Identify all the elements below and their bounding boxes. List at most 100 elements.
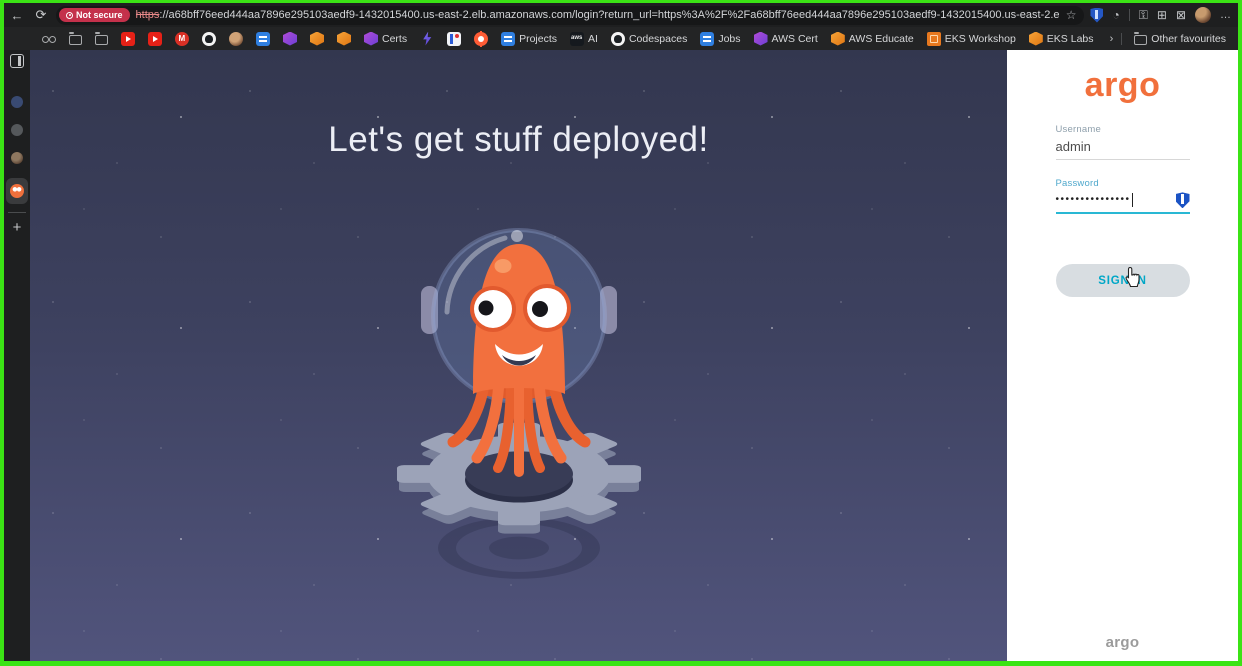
bookmark-item[interactable] [65,31,86,46]
bookmark-item[interactable]: Jobs [696,31,744,47]
bookmark-favicon [148,31,162,46]
address-bar[interactable]: Not secure https://a68bff76eed444aa7896e… [56,5,1085,25]
more-menu-icon[interactable]: … [1220,9,1232,21]
vertical-tab-strip: + [4,50,30,661]
bookmark-label: AWS Cert [771,32,818,45]
bookmark-item[interactable] [416,31,438,47]
bitwarden-shield-icon[interactable] [1090,7,1104,23]
url-rest: ://a68bff76eed444aa7896e295103aedf9-1432… [159,9,1060,21]
refresh-button[interactable]: ⟳ [32,7,50,23]
password-underline-focused [1055,212,1190,215]
profile-avatar[interactable] [1195,7,1211,23]
password-masked-value: ••••••••••••••• [1055,193,1133,208]
favorite-star-icon[interactable]: ☆ [1066,8,1077,22]
sign-in-button[interactable]: SIGN IN [1055,264,1190,298]
bookmarks-right: › Other favourites [1110,31,1230,46]
cookie-icon[interactable]: ◔ [1112,9,1119,21]
bookmarks-list: Certs Project [38,30,1106,47]
bookmarks-overflow-chevron[interactable]: › [1110,33,1114,45]
main-content: + Let's get stuff deployed! argo Usernam… [4,50,1238,661]
bitwarden-autofill-icon[interactable] [1175,192,1190,209]
bookmark-favicon [175,31,189,46]
bookmark-favicon [1028,31,1043,46]
bookmarks-separator [1121,32,1123,45]
other-favourites-label: Other favourites [1151,32,1226,45]
bookmark-item[interactable] [91,31,112,46]
bookmark-favicon [69,31,82,45]
not-secure-label: Not secure [76,10,123,20]
bookmark-item[interactable] [144,31,166,47]
bookmark-label: Codespaces [628,32,688,45]
bookmark-item[interactable]: Codespaces [607,31,691,47]
not-secure-badge[interactable]: Not secure [59,8,130,22]
hero-background: Let's get stuff deployed! [30,50,1007,661]
background-tab[interactable] [11,124,23,136]
bookmark-favicon [121,31,135,46]
bookmark-item[interactable]: Certs [1103,31,1106,47]
username-label: Username [1055,124,1101,136]
login-panel: argo Username admin Password •••••••••••… [1007,50,1238,661]
password-field: Password ••••••••••••••• [1055,178,1190,215]
tab-actions-icon[interactable] [10,54,24,68]
security-info-icon [66,11,73,19]
bookmark-label: Certs [382,32,408,45]
argo-footer-logo: argo [1105,634,1140,651]
bookmark-item[interactable]: Certs [360,31,411,47]
bookmark-favicon [926,31,941,46]
collections-icon[interactable]: ⊞ [1157,9,1167,21]
bookmark-item[interactable] [225,31,247,47]
browser-window: ← ⟳ Not secure https://a68bff76eed444aa7… [4,3,1238,661]
bookmark-favicon [229,31,243,46]
bookmark-label: Projects [519,32,558,45]
bookmarks-bar: Certs Project [4,27,1238,50]
bookmark-item[interactable] [117,31,139,47]
bookmark-favicon [474,30,489,46]
back-button[interactable]: ← [8,8,26,23]
bookmark-favicon [447,31,462,46]
bookmark-favicon [42,32,56,46]
toolbar-icons: ◔ ⚿ ⊞ ⊠ … [1090,7,1232,23]
background-tab[interactable] [11,96,23,108]
bookmark-label: Jobs [718,32,741,45]
bookmark-item[interactable]: AWS Educate [827,31,918,47]
bookmark-favicon [256,31,270,46]
bookmark-favicon [423,31,432,46]
bookmark-item[interactable]: AWS Cert [750,31,822,47]
bookmark-item[interactable]: AI [566,31,602,47]
bookmark-favicon [700,31,715,46]
hero-headline: Let's get stuff deployed! [328,120,709,159]
bookmark-favicon [310,31,324,46]
browser-tool-icon[interactable]: ⊠ [1176,9,1186,21]
url-text[interactable]: https://a68bff76eed444aa7896e295103aedf9… [136,9,1060,21]
new-tab-button[interactable]: + [13,219,22,236]
bookmark-label: EKS Labs [1046,32,1094,45]
bookmark-item[interactable] [252,31,274,47]
password-input[interactable]: ••••••••••••••• [1056,189,1190,212]
background-tab[interactable] [11,152,23,164]
bookmark-label: AI [588,32,598,45]
bookmark-favicon [95,31,108,45]
key-icon[interactable]: ⚿ [1139,9,1148,21]
bookmark-label: AWS Educate [848,32,914,45]
bookmark-favicon [753,31,768,46]
bookmark-favicon [610,31,625,46]
bookmark-item[interactable] [333,31,355,47]
tab-favicons [11,88,23,172]
bookmark-item[interactable] [279,31,301,47]
active-tab-argocd[interactable] [6,178,28,204]
bookmark-item[interactable] [443,31,465,47]
bookmark-item[interactable] [470,30,492,47]
bookmark-item[interactable]: EKS Workshop [923,31,1020,47]
bookmark-item[interactable]: EKS Labs [1025,31,1098,47]
bookmark-item[interactable] [306,31,328,47]
argo-octopus-mascot [396,228,641,579]
bookmark-item[interactable] [171,31,193,47]
bookmark-item[interactable] [38,31,60,47]
bookmark-item[interactable]: Projects [497,31,561,47]
bookmark-favicon [202,31,216,46]
argo-octopus-favicon [10,184,24,198]
other-favourites-button[interactable]: Other favourites [1130,31,1230,46]
bookmark-item[interactable] [198,31,220,47]
username-input[interactable]: admin [1056,135,1190,159]
url-scheme-strikethrough: https [135,9,160,21]
